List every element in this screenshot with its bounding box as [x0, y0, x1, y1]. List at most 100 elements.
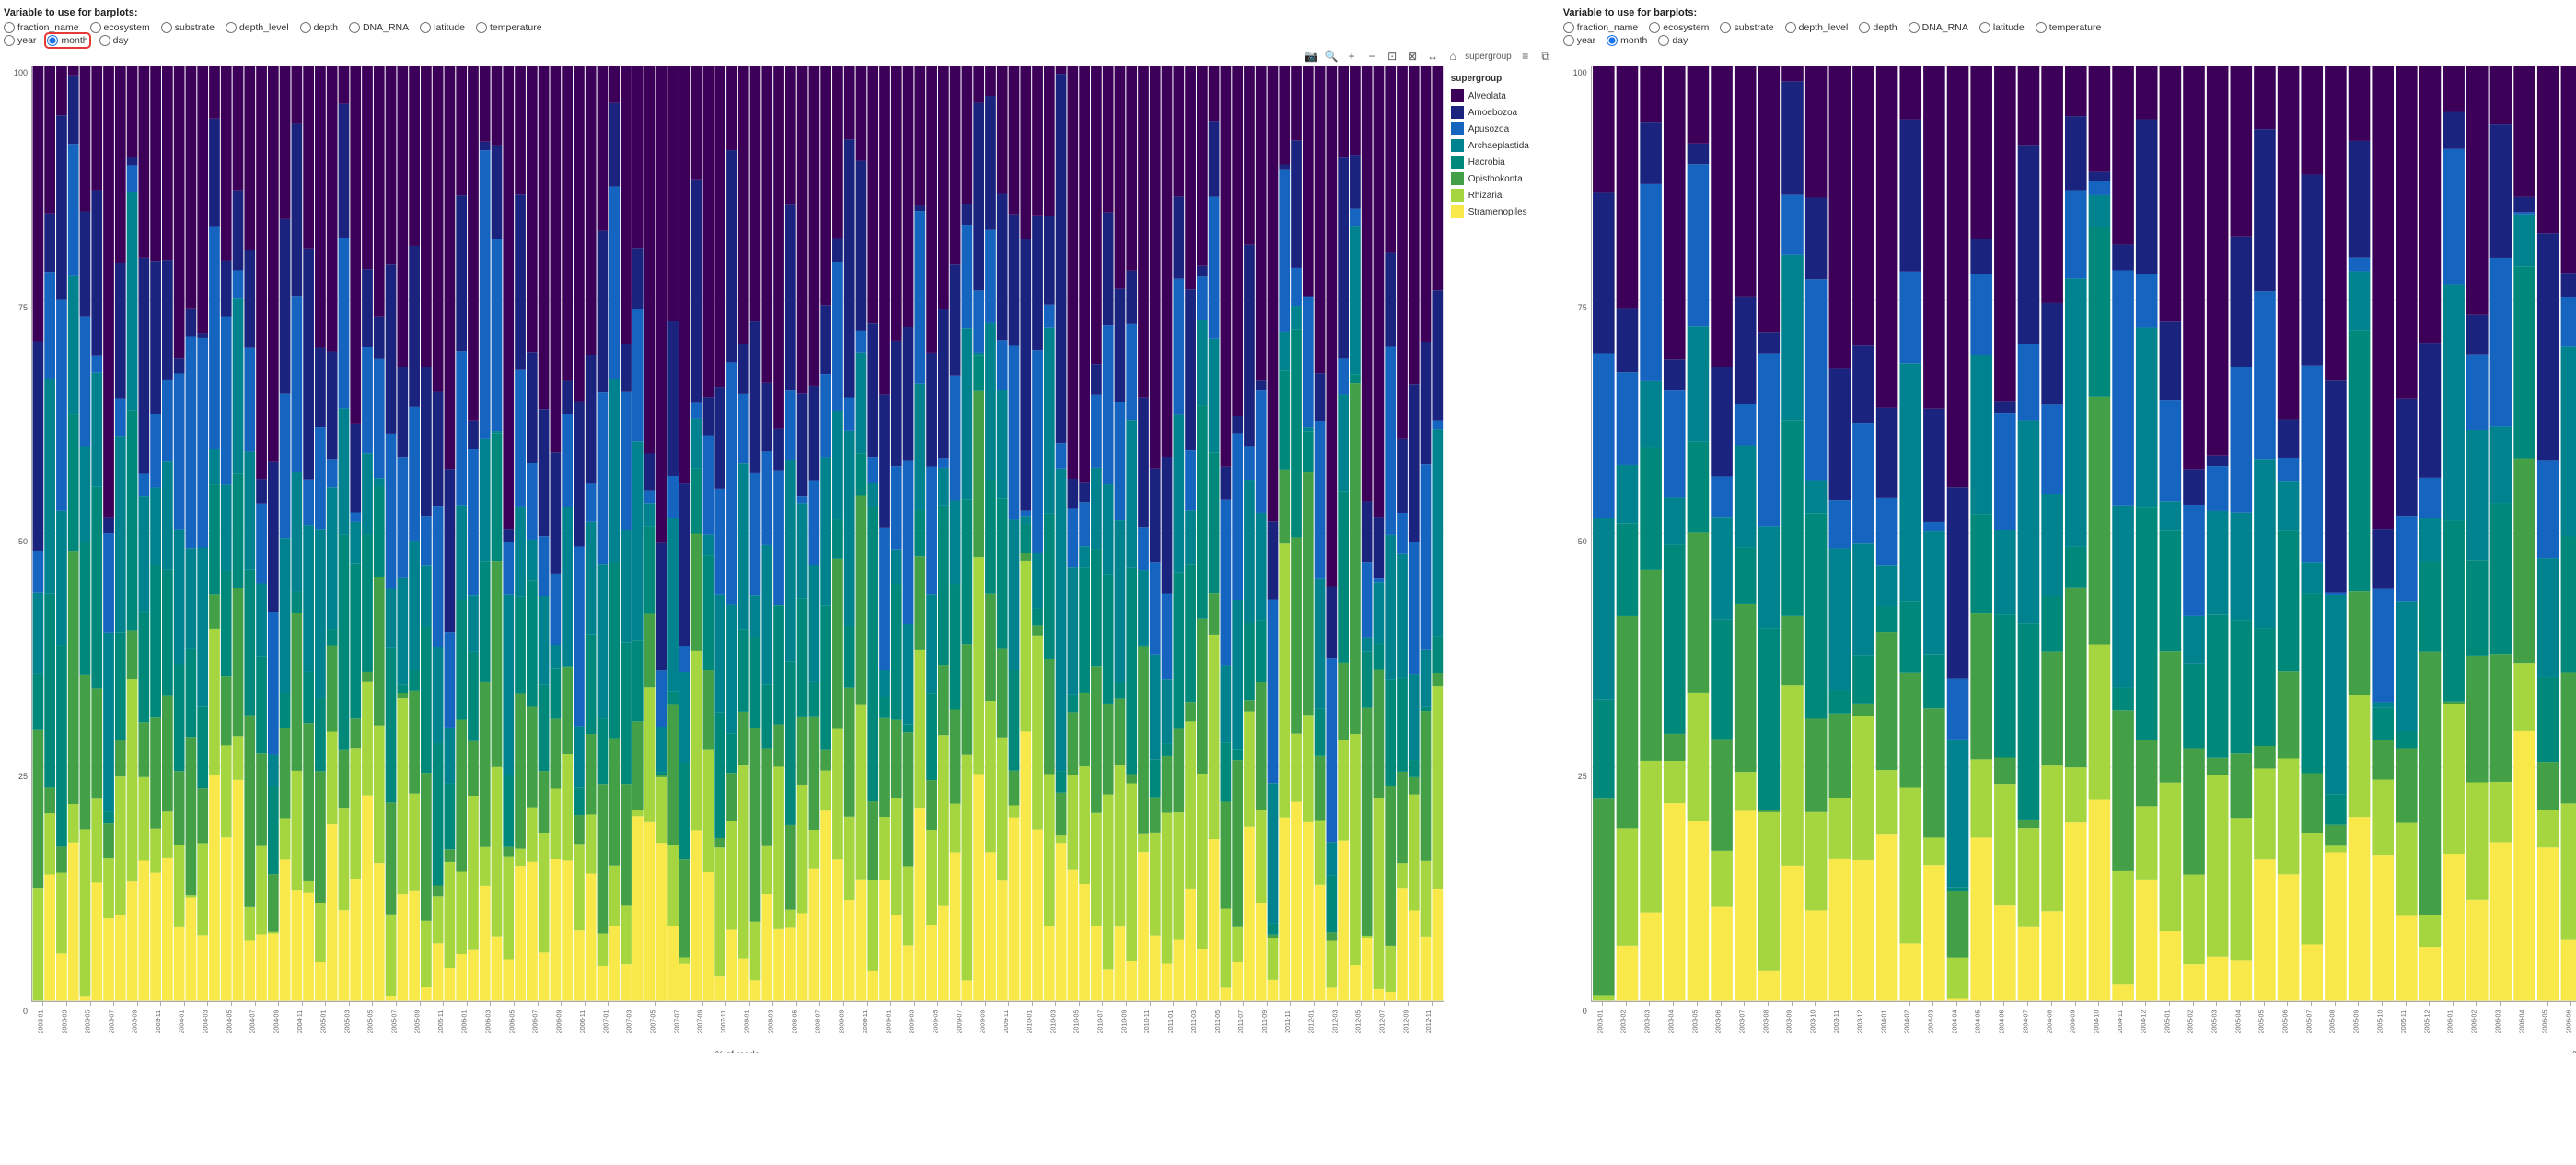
- chart-wrapper-right: 100 75 50 25 0 2003-012003-022003-032003…: [1563, 66, 2576, 1053]
- radio-row2-right: year month day: [1563, 35, 2576, 46]
- x-tick-item: 2003-09: [1780, 1002, 1804, 1048]
- radio-latitude-right[interactable]: latitude: [1979, 22, 2025, 33]
- legend-swatch-archaeplastida-left: [1451, 139, 1464, 152]
- x-tick-item: 2003-07: [1733, 1002, 1757, 1048]
- x-tick-item: 2011-03: [1185, 1002, 1208, 1048]
- radio-month-right[interactable]: month: [1607, 35, 1647, 46]
- radio-substrate-left[interactable]: substrate: [161, 22, 215, 33]
- legend-label-archaeplastida-left: Archaeplastida: [1468, 141, 1529, 151]
- radio-year-right[interactable]: year: [1563, 35, 1595, 46]
- radio-ecosystem-right[interactable]: ecosystem: [1649, 22, 1709, 33]
- x-tick-item: 2009-05: [926, 1002, 950, 1048]
- x-tick-item: 2003-06: [1709, 1002, 1733, 1048]
- x-tick-item: 2003-01: [1591, 1002, 1615, 1048]
- radio-row1-right: fraction_name ecosystem substrate depth_…: [1563, 22, 2576, 33]
- x-ticks-left: 2003-012003-032003-052003-072003-092003-…: [31, 1002, 1444, 1048]
- minus-icon-left[interactable]: −: [1363, 48, 1380, 64]
- x-tick-item: 2003-08: [1757, 1002, 1781, 1048]
- legend-swatch-opisthokonta-left: [1451, 172, 1464, 185]
- radio-latitude-left[interactable]: latitude: [420, 22, 465, 33]
- x-tick-item: 2005-02: [2181, 1002, 2205, 1048]
- radio-dna-rna-left[interactable]: DNA_RNA: [349, 22, 409, 33]
- radio-day-left[interactable]: day: [99, 35, 129, 46]
- x-tick-item: 2008-07: [808, 1002, 832, 1048]
- x-tick-item: 2005-10: [2371, 1002, 2395, 1048]
- x-tick-item: 2009-01: [879, 1002, 903, 1048]
- legend-label-apusozoa-left: Apusozoa: [1468, 124, 1509, 134]
- legend-item-archaeplastida-left: Archaeplastida: [1451, 139, 1547, 152]
- radio-year-left[interactable]: year: [4, 35, 36, 46]
- plus-icon-left[interactable]: +: [1343, 48, 1360, 64]
- x-tick-item: 2004-09: [2063, 1002, 2087, 1048]
- x-tick-item: 2004-10: [2087, 1002, 2111, 1048]
- y-axis-left: 100 75 50 25 0: [4, 66, 31, 1053]
- x-tick-item: 2006-03: [479, 1002, 503, 1048]
- x-tick-item: 2004-01: [1874, 1002, 1898, 1048]
- legend-item-apusozoa-left: Apusozoa: [1451, 122, 1547, 135]
- radio-substrate-right[interactable]: substrate: [1720, 22, 1773, 33]
- legend-swatch-rhizaria-left: [1451, 189, 1464, 202]
- radio-ecosystem-left[interactable]: ecosystem: [90, 22, 150, 33]
- radio-depth-level-left[interactable]: depth_level: [226, 22, 289, 33]
- radio-day-right[interactable]: day: [1658, 35, 1688, 46]
- x-tick-item: 2009-03: [902, 1002, 926, 1048]
- radio-temperature-right[interactable]: temperature: [2036, 22, 2102, 33]
- x-tick-item: 2011-05: [1209, 1002, 1232, 1048]
- radio-month-left[interactable]: month: [47, 35, 87, 46]
- x-tick-item: 2005-11: [2395, 1002, 2418, 1048]
- zoom-in-icon-left[interactable]: 🔍: [1323, 48, 1340, 64]
- lasso-icon-left[interactable]: ⊠: [1404, 48, 1421, 64]
- settings-icon-left[interactable]: ≡: [1517, 48, 1534, 64]
- x-tick-item: 2004-12: [2134, 1002, 2158, 1048]
- legend-swatch-alveolata-left: [1451, 89, 1464, 102]
- x-tick-item: 2009-07: [950, 1002, 974, 1048]
- x-tick-item: 2010-09: [1115, 1002, 1139, 1048]
- legend-label-opisthokonta-left: Opisthokonta: [1468, 174, 1523, 184]
- x-tick-item: 2011-01: [1162, 1002, 1185, 1048]
- x-tick-item: 2005-11: [432, 1002, 455, 1048]
- x-tick-item: 2003-03: [55, 1002, 79, 1048]
- chart-area-left: 2003-012003-032003-052003-072003-092003-…: [31, 66, 1444, 1053]
- radio-depth-level-right[interactable]: depth_level: [1785, 22, 1849, 33]
- radio-depth-left[interactable]: depth: [300, 22, 338, 33]
- x-tick-item: 2006-04: [2512, 1002, 2536, 1048]
- bar-chart-left: [32, 66, 1444, 1001]
- x-tick-item: 2010-03: [1044, 1002, 1068, 1048]
- x-tick-item: 2005-06: [2276, 1002, 2300, 1048]
- bar-chart-right: [1592, 66, 2576, 1001]
- x-tick-item: 2004-03: [1921, 1002, 1945, 1048]
- x-tick-item: 2008-05: [785, 1002, 809, 1048]
- x-tick-item: 2010-01: [1020, 1002, 1044, 1048]
- x-tick-item: 2003-01: [31, 1002, 55, 1048]
- x-tick-item: 2003-11: [1828, 1002, 1851, 1048]
- legend-item-hacrobia-left: Hacrobia: [1451, 156, 1547, 169]
- select-icon-left[interactable]: ⊡: [1384, 48, 1400, 64]
- legend-swatch-amoebozoa-left: [1451, 106, 1464, 119]
- x-tick-item: 2004-03: [196, 1002, 220, 1048]
- legend-label-hacrobia-left: Hacrobia: [1468, 157, 1505, 168]
- radio-fraction-name-left[interactable]: fraction_name: [4, 22, 79, 33]
- x-tick-item: 2005-09: [408, 1002, 432, 1048]
- radio-depth-right[interactable]: depth: [1859, 22, 1897, 33]
- radio-dna-rna-right[interactable]: DNA_RNA: [1909, 22, 1968, 33]
- legend-item-rhizaria-left: Rhizaria: [1451, 189, 1547, 202]
- reset-icon-left[interactable]: ⌂: [1445, 48, 1461, 64]
- x-tick-item: 2003-11: [149, 1002, 172, 1048]
- expand-icon-left[interactable]: ⧉: [1537, 48, 1554, 64]
- radio-fraction-name-right[interactable]: fraction_name: [1563, 22, 1639, 33]
- legend-swatch-hacrobia-left: [1451, 156, 1464, 169]
- pan-icon-left[interactable]: ↔: [1424, 48, 1441, 64]
- bars-container-right: [1591, 66, 2576, 1002]
- toolbar-left: 📷 🔍 + − ⊡ ⊠ ↔ ⌂ supergroup ≡ ⧉: [4, 48, 1554, 64]
- legend-item-alveolata-left: Alveolata: [1451, 89, 1547, 102]
- y-tick-100-right: 100: [1573, 68, 1587, 77]
- panels-container: Variable to use for barplots: fraction_n…: [0, 0, 2576, 1060]
- x-tick-item: 2003-09: [125, 1002, 149, 1048]
- bars-container-left: [31, 66, 1444, 1002]
- x-tick-item: 2006-05: [2535, 1002, 2559, 1048]
- legend-label-rhizaria-left: Rhizaria: [1468, 191, 1503, 201]
- radio-temperature-left[interactable]: temperature: [476, 22, 542, 33]
- camera-icon-left[interactable]: 📷: [1303, 48, 1319, 64]
- x-tick-item: 2004-08: [2040, 1002, 2064, 1048]
- x-tick-item: 2011-11: [1279, 1002, 1302, 1048]
